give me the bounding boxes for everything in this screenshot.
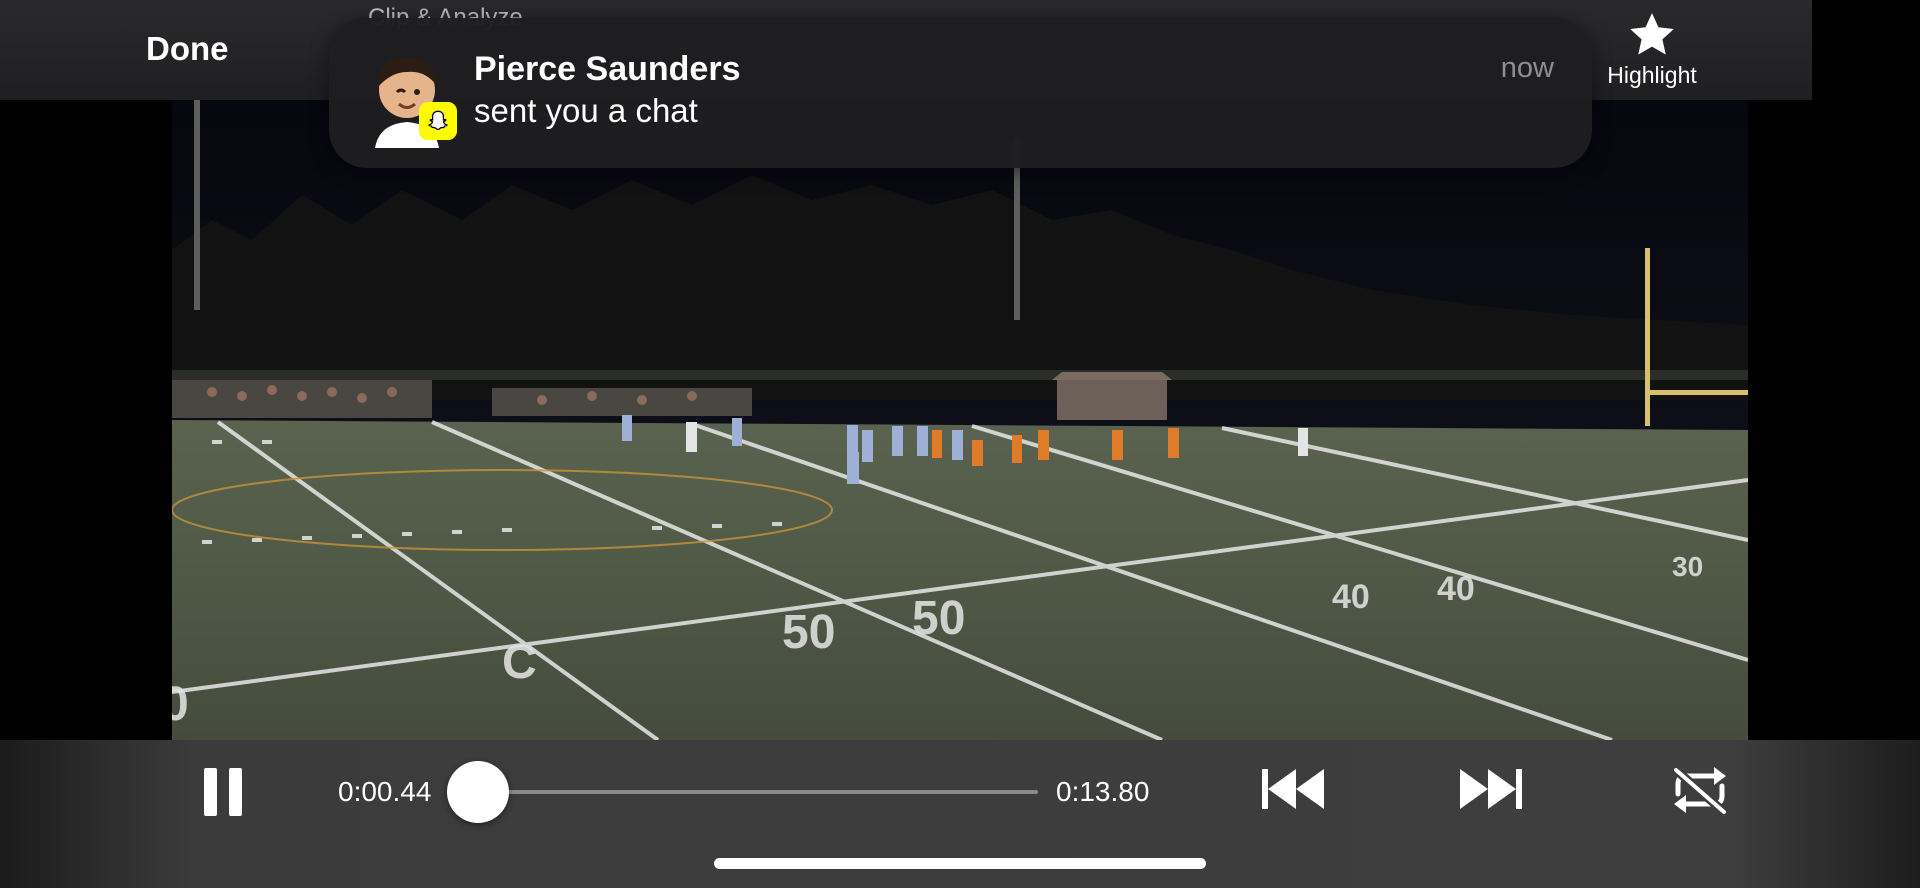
notification-time: now — [1500, 52, 1554, 84]
video-frame[interactable]: 0 C 50 50 40 40 30 — [172, 100, 1748, 740]
skip-back-icon — [1262, 769, 1324, 809]
skip-back-button[interactable] — [1260, 764, 1326, 819]
scrubber-track[interactable] — [447, 761, 1038, 823]
done-button[interactable]: Done — [146, 30, 229, 68]
yard-number: 50 — [912, 592, 965, 645]
snapchat-ghost-icon — [419, 102, 457, 140]
notification-message: sent you a chat — [474, 92, 698, 129]
yard-number: 50 — [782, 606, 835, 659]
loop-button[interactable] — [1664, 764, 1736, 821]
home-indicator[interactable] — [714, 858, 1206, 869]
notification-sender: Pierce Saunders — [474, 50, 741, 88]
loop-off-icon — [1673, 766, 1727, 816]
playback-controls: 0:00.44 0:13.80 — [0, 740, 1920, 888]
star-icon — [1630, 13, 1674, 55]
pause-icon — [204, 768, 217, 816]
current-time: 0:00.44 — [338, 776, 432, 807]
skip-forward-button[interactable] — [1458, 764, 1524, 819]
duration-time: 0:13.80 — [1056, 776, 1150, 807]
left-letterbox — [0, 100, 172, 740]
yard-number: C — [502, 636, 537, 689]
yard-number: 30 — [1672, 551, 1703, 582]
highlight-label: Highlight — [1607, 62, 1697, 88]
scrubber-knob[interactable] — [447, 761, 510, 823]
yard-number: 40 — [1332, 578, 1370, 616]
yard-number: 40 — [1437, 570, 1475, 608]
chat-notification[interactable]: Pierce Saunders sent you a chat now — [329, 18, 1592, 168]
skip-forward-icon — [1460, 769, 1522, 809]
pause-button[interactable] — [204, 768, 244, 816]
football-field-scene: 0 C 50 50 40 40 30 — [172, 100, 1748, 740]
yard-number: 0 — [172, 678, 189, 731]
highlight-button[interactable]: Highlight — [1596, 10, 1708, 90]
